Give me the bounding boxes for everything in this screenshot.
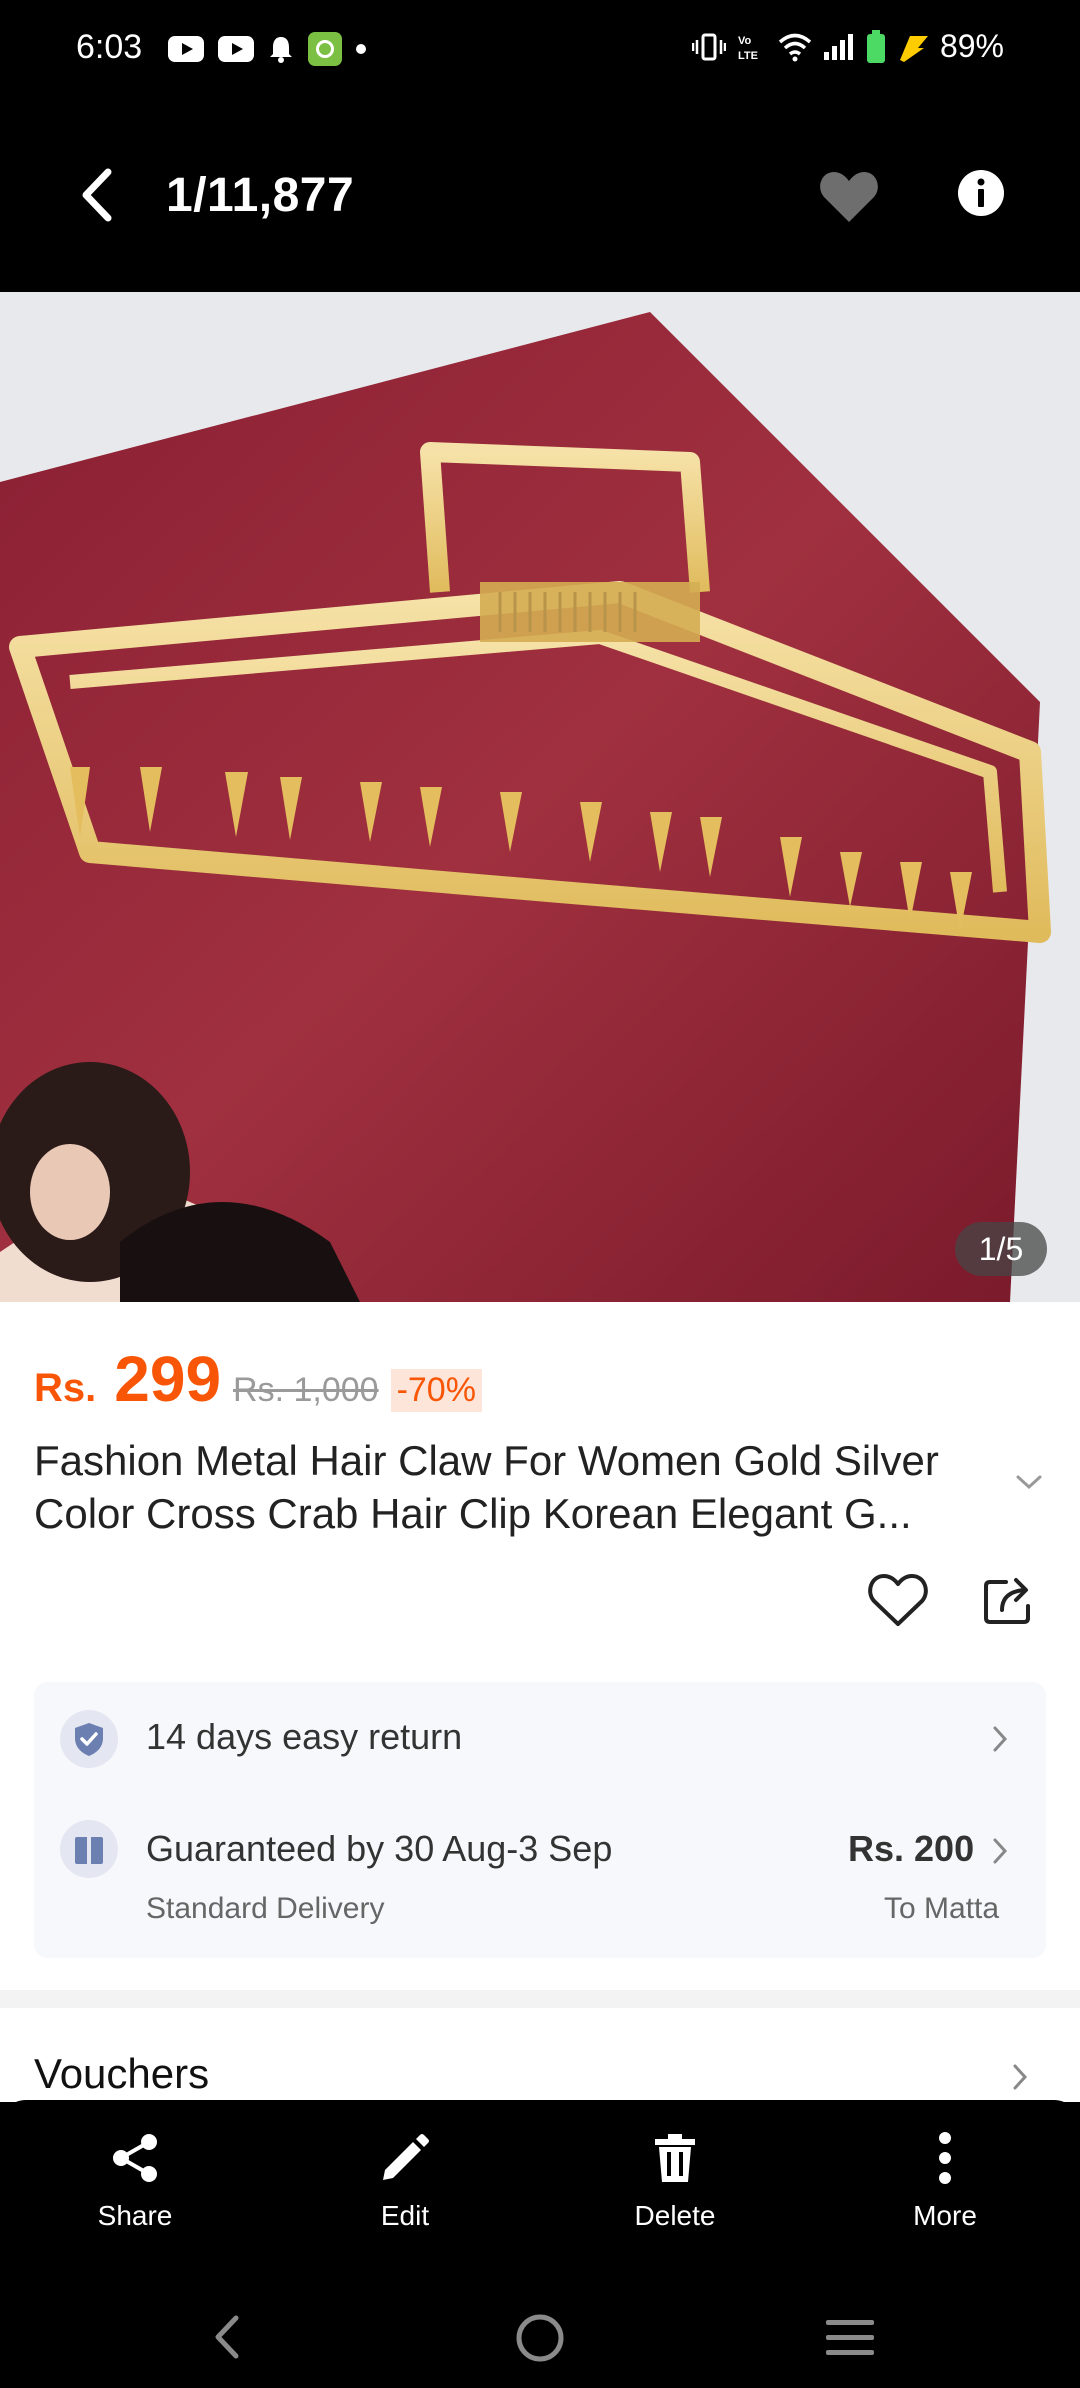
chevron-right-icon[interactable] — [1010, 2062, 1030, 2092]
svg-text:Vo: Vo — [738, 35, 752, 47]
vouchers-heading[interactable]: Vouchers — [34, 2050, 209, 2098]
delivery-guarantee-text: Guaranteed by 30 Aug-3 Sep — [146, 1828, 613, 1869]
status-time: 6:03 — [76, 28, 143, 66]
delivery-type: Standard Delivery — [146, 1892, 385, 1925]
delete-button[interactable]: Delete — [575, 2130, 775, 2232]
delivery-location: To Matta — [884, 1892, 1000, 1925]
share-icon — [113, 2134, 157, 2182]
favorite-heart-icon[interactable] — [818, 166, 880, 226]
status-bar: 6:03 Vo LTE 89% — [0, 0, 1080, 100]
svg-text:LTE: LTE — [738, 50, 758, 62]
more-vertical-icon — [939, 2132, 951, 2184]
section-divider — [0, 1990, 1080, 2008]
edit-button[interactable]: Edit — [305, 2130, 505, 2232]
edit-label: Edit — [380, 2200, 430, 2231]
delivery-badge — [60, 1820, 118, 1878]
vibrate-icon — [691, 33, 726, 60]
delete-label: Delete — [634, 2200, 716, 2231]
product-details: Rs. 299 Rs. 1,000 -70% Fashion Metal Hai… — [0, 1302, 1080, 2102]
price-row: Rs. 299 Rs. 1,000 -70% — [34, 1342, 482, 1416]
image-counter-badge: 1/5 — [955, 1222, 1047, 1276]
signal-icon — [823, 33, 853, 60]
price-currency: Rs. — [34, 1366, 97, 1410]
bottom-action-bar: Share Edit Delete More — [0, 2100, 1080, 2290]
more-label: More — [913, 2200, 977, 2231]
pencil-icon — [383, 2134, 429, 2180]
viewer-top-bar: 1/11,877 — [0, 100, 1080, 292]
youtube-icon — [218, 36, 254, 62]
delivery-price: Rs. 200 — [848, 1828, 975, 1869]
wifi-icon — [778, 33, 812, 61]
product-image[interactable] — [0, 292, 1080, 1302]
nav-recents-icon[interactable] — [824, 2316, 876, 2360]
nav-home-icon[interactable] — [514, 2312, 566, 2364]
back-arrow-icon[interactable] — [72, 166, 126, 224]
wishlist-heart-icon[interactable] — [866, 1570, 930, 1630]
share-icon[interactable] — [980, 1570, 1038, 1628]
app-notification-icon — [308, 32, 342, 66]
battery-percent: 89% — [939, 28, 1004, 64]
discount-badge: -70% — [390, 1369, 482, 1412]
battery-icon — [866, 29, 885, 63]
volte-icon: Vo LTE — [738, 35, 758, 62]
bell-icon — [270, 37, 292, 63]
hair-claw-photo — [0, 292, 1080, 1302]
chevron-down-icon[interactable] — [1014, 1472, 1044, 1492]
more-notifications-dot — [356, 44, 366, 54]
service-card: 14 days easy return Guaranteed by 30 Aug… — [34, 1682, 1046, 1958]
status-notification-icons — [168, 32, 366, 66]
share-label: Share — [97, 2200, 173, 2231]
chevron-right-icon[interactable] — [990, 1836, 1010, 1866]
nav-back-icon[interactable] — [210, 2312, 244, 2362]
chevron-right-icon[interactable] — [990, 1724, 1010, 1754]
return-badge — [60, 1710, 118, 1768]
original-price: Rs. 1,000 — [233, 1371, 379, 1409]
charging-bolt-icon — [899, 35, 928, 62]
shield-check-icon — [75, 1723, 103, 1756]
trash-icon — [655, 2134, 695, 2182]
price-value: 299 — [114, 1343, 222, 1415]
package-icon — [75, 1837, 103, 1864]
more-button[interactable]: More — [845, 2130, 1045, 2232]
item-counter: 1/11,877 — [166, 169, 355, 222]
youtube-icon — [168, 36, 204, 62]
info-icon[interactable] — [956, 168, 1006, 218]
status-system-icons: Vo LTE 89% — [691, 28, 1004, 65]
share-button[interactable]: Share — [35, 2130, 235, 2232]
product-title[interactable]: Fashion Metal Hair Claw For Women Gold S… — [34, 1434, 994, 1540]
return-policy-text: 14 days easy return — [146, 1716, 463, 1757]
system-nav-bar — [0, 2290, 1080, 2388]
